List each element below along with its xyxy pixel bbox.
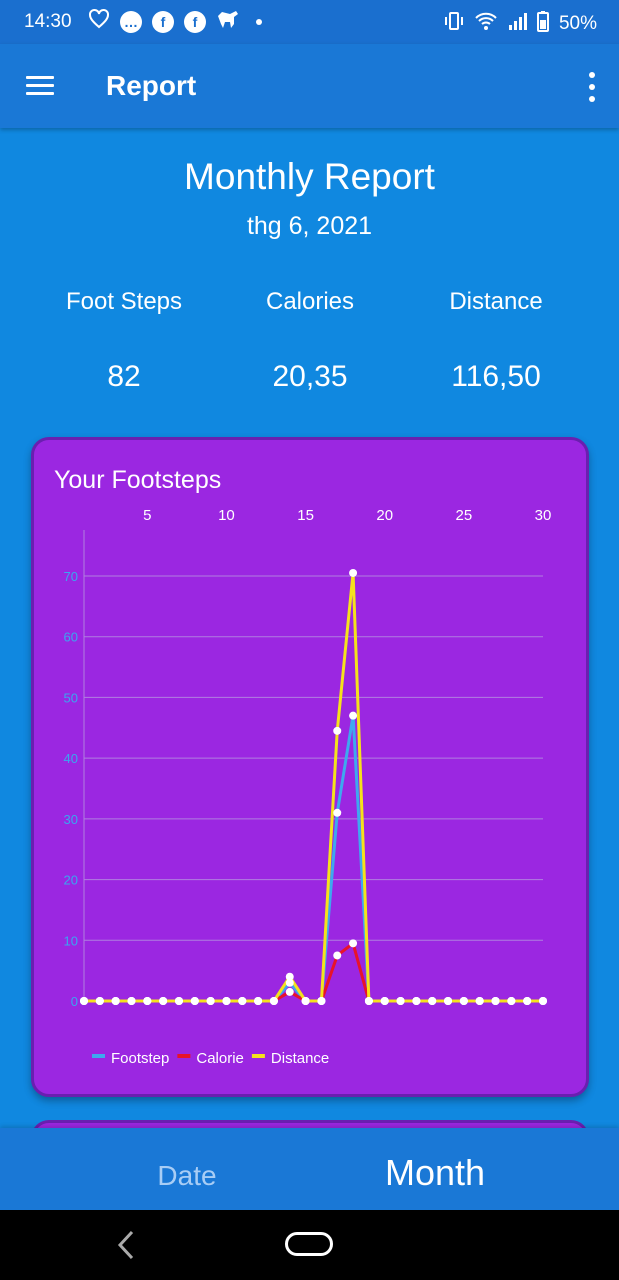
legend-label-distance: Distance <box>271 1050 329 1067</box>
data-point-distance <box>444 997 453 1005</box>
y-tick-label: 30 <box>64 812 78 827</box>
data-point-distance <box>301 997 310 1005</box>
data-point-calorie <box>333 951 342 960</box>
data-point-distance <box>396 997 405 1005</box>
y-tick-label: 0 <box>71 994 78 1009</box>
legend-swatch-calorie <box>177 1054 191 1058</box>
data-point-distance <box>222 997 231 1005</box>
data-point-calorie <box>349 939 358 948</box>
y-tick-label: 50 <box>64 690 78 705</box>
data-point-distance <box>333 726 342 735</box>
data-point-distance <box>285 972 294 981</box>
data-point-distance <box>190 997 199 1005</box>
data-point-distance <box>428 997 437 1005</box>
data-point-distance <box>523 997 532 1005</box>
data-point-distance <box>507 997 516 1005</box>
data-point-distance <box>491 997 500 1005</box>
x-tick-label: 5 <box>143 507 151 524</box>
data-point-distance <box>475 997 484 1005</box>
home-button[interactable] <box>285 1232 333 1256</box>
data-point-distance <box>174 997 183 1005</box>
legend-swatch-footstep <box>92 1054 105 1058</box>
data-point-distance <box>317 997 326 1005</box>
data-point-distance <box>269 997 278 1005</box>
back-icon[interactable] <box>112 1228 142 1262</box>
data-point-distance <box>206 997 215 1005</box>
x-tick-label: 15 <box>297 507 314 524</box>
data-point-distance <box>412 997 421 1005</box>
data-point-distance <box>380 997 389 1005</box>
data-point-distance <box>459 997 468 1005</box>
x-tick-label: 20 <box>376 507 393 524</box>
y-tick-label: 20 <box>64 873 78 888</box>
data-point-distance <box>539 997 547 1005</box>
data-point-distance <box>111 997 120 1005</box>
x-tick-label: 25 <box>456 507 473 524</box>
y-tick-label: 10 <box>64 933 78 948</box>
x-tick-label: 10 <box>218 507 235 524</box>
data-point-distance <box>364 997 373 1005</box>
data-point-distance <box>159 997 168 1005</box>
data-point-distance <box>143 997 152 1005</box>
legend-swatch-distance <box>251 1054 265 1058</box>
data-point-footstep <box>349 711 358 720</box>
system-nav-bar <box>0 1210 619 1280</box>
legend-label-footstep: Footstep <box>111 1050 169 1067</box>
x-tick-label: 30 <box>535 507 552 524</box>
data-point-distance <box>80 997 88 1005</box>
data-point-distance <box>238 997 247 1005</box>
data-point-distance <box>127 997 136 1005</box>
footsteps-chart: 0 10 20 30 40 50 60 70 5 10 15 20 25 30 Footstep Calori… <box>64 507 552 1067</box>
data-point-distance <box>254 997 263 1005</box>
data-point-footstep <box>333 808 342 817</box>
data-point-distance <box>349 568 358 577</box>
data-point-calorie <box>285 987 294 996</box>
y-tick-label: 60 <box>64 630 78 645</box>
tab-month[interactable]: Month <box>280 1128 590 1210</box>
series-line-calorie <box>84 941 543 1003</box>
y-tick-label: 70 <box>64 569 78 584</box>
legend-label-calorie: Calorie <box>196 1050 244 1067</box>
bottom-tab-bar: Date Month <box>0 1128 619 1210</box>
data-point-distance <box>95 997 104 1005</box>
y-tick-label: 40 <box>64 751 78 766</box>
